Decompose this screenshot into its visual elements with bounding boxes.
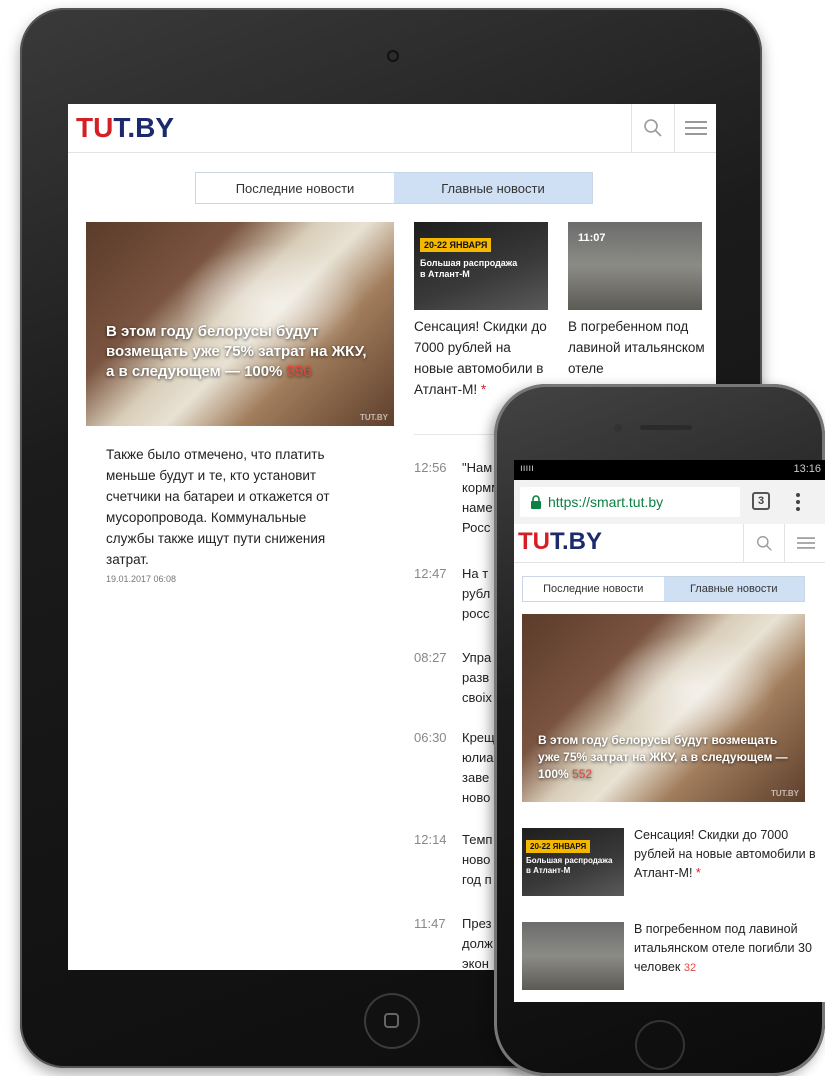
phone-screen: ııııı 13:16 https://smart.tut.by 3 TUT.B… — [514, 460, 825, 1002]
tab-latest-news[interactable]: Последние новости — [196, 173, 394, 203]
phone-home-button[interactable] — [635, 1020, 685, 1070]
main-story-lead: Также было отмечено, что платить меньше … — [106, 447, 330, 567]
phone-site-logo[interactable]: TUT.BY — [518, 528, 602, 556]
site-header: TUT.BY — [68, 104, 716, 153]
menu-button[interactable] — [674, 104, 716, 152]
phone-speaker — [640, 425, 692, 430]
phone-avalanche-image[interactable] — [522, 922, 624, 990]
phone-avalanche-count: 32 — [683, 962, 697, 974]
phone-avalanche-title[interactable]: В погребенном под лавиной итальянском от… — [634, 920, 816, 978]
phone-main-story-count: 552 — [572, 767, 593, 781]
news-tabs: Последние новости Главные новости — [195, 172, 593, 204]
promo-tag: 20-22 ЯНВАРЯ — [526, 840, 591, 853]
avalanche-card-image[interactable]: 11:07 — [568, 222, 702, 310]
promo-card-image[interactable]: 20-22 ЯНВАРЯ Большая распродажа в Атлант-… — [414, 222, 548, 310]
menu-icon — [685, 121, 707, 135]
image-watermark: TUT.BY — [360, 413, 388, 422]
image-watermark: TUT.BY — [771, 789, 799, 798]
tab-latest-news[interactable]: Последние новости — [523, 577, 664, 601]
tab-top-news[interactable]: Главные новости — [663, 577, 804, 601]
search-icon — [756, 535, 772, 551]
phone-search-button[interactable] — [743, 524, 784, 562]
phone-menu-button[interactable] — [784, 524, 825, 562]
promo-text: Большая распродажа в Атлант-М — [420, 258, 518, 279]
search-icon — [644, 119, 662, 137]
more-vert-icon — [796, 493, 800, 511]
main-story-count: 556 — [286, 363, 312, 380]
phone-camera — [614, 424, 622, 432]
url-field[interactable]: https://smart.tut.by — [520, 487, 740, 517]
main-story-title[interactable]: В этом году белорусы будут возмещать уже… — [106, 322, 378, 382]
phone-main-story-image[interactable]: В этом году белорусы будут возмещать уже… — [522, 614, 805, 802]
promo-text: Большая распродажа в Атлант-М — [526, 856, 613, 875]
phone-promo-title[interactable]: Сенсация! Скидки до 7000 рублей на новые… — [634, 826, 816, 883]
tab-top-news[interactable]: Главные новости — [394, 173, 592, 203]
browser-menu-button[interactable] — [792, 490, 804, 514]
browser-tab-count[interactable]: 3 — [752, 492, 770, 510]
lock-icon — [531, 495, 541, 509]
phone-promo-image[interactable]: 20-22 ЯНВАРЯ Большая распродажа в Атлант-… — [522, 828, 624, 896]
browser-url-bar: https://smart.tut.by 3 — [514, 480, 825, 525]
site-logo[interactable]: TUT.BY — [76, 112, 174, 144]
phone-news-tabs: Последние новости Главные новости — [522, 576, 805, 602]
phone-site-header: TUT.BY — [514, 524, 825, 563]
status-time: 13:16 — [793, 463, 821, 475]
promo-tag: 20-22 ЯНВАРЯ — [420, 238, 492, 252]
phone-main-story-title[interactable]: В этом году белорусы будут возмещать уже… — [538, 732, 794, 783]
main-story-date: 19.01.2017 06:08 — [106, 574, 177, 584]
avalanche-card-title[interactable]: В погребенном под лавиной итальянском от… — [568, 316, 708, 379]
main-story-image[interactable]: В этом году белорусы будут возмещать уже… — [86, 222, 394, 426]
signal-indicator: ııııı — [520, 463, 534, 474]
search-button[interactable] — [631, 104, 674, 152]
avalanche-card-time: 11:07 — [578, 232, 606, 244]
status-bar: ııııı 13:16 — [514, 460, 825, 480]
tablet-camera — [387, 50, 399, 62]
tablet-home-button[interactable] — [364, 993, 420, 1049]
menu-icon — [796, 537, 815, 549]
